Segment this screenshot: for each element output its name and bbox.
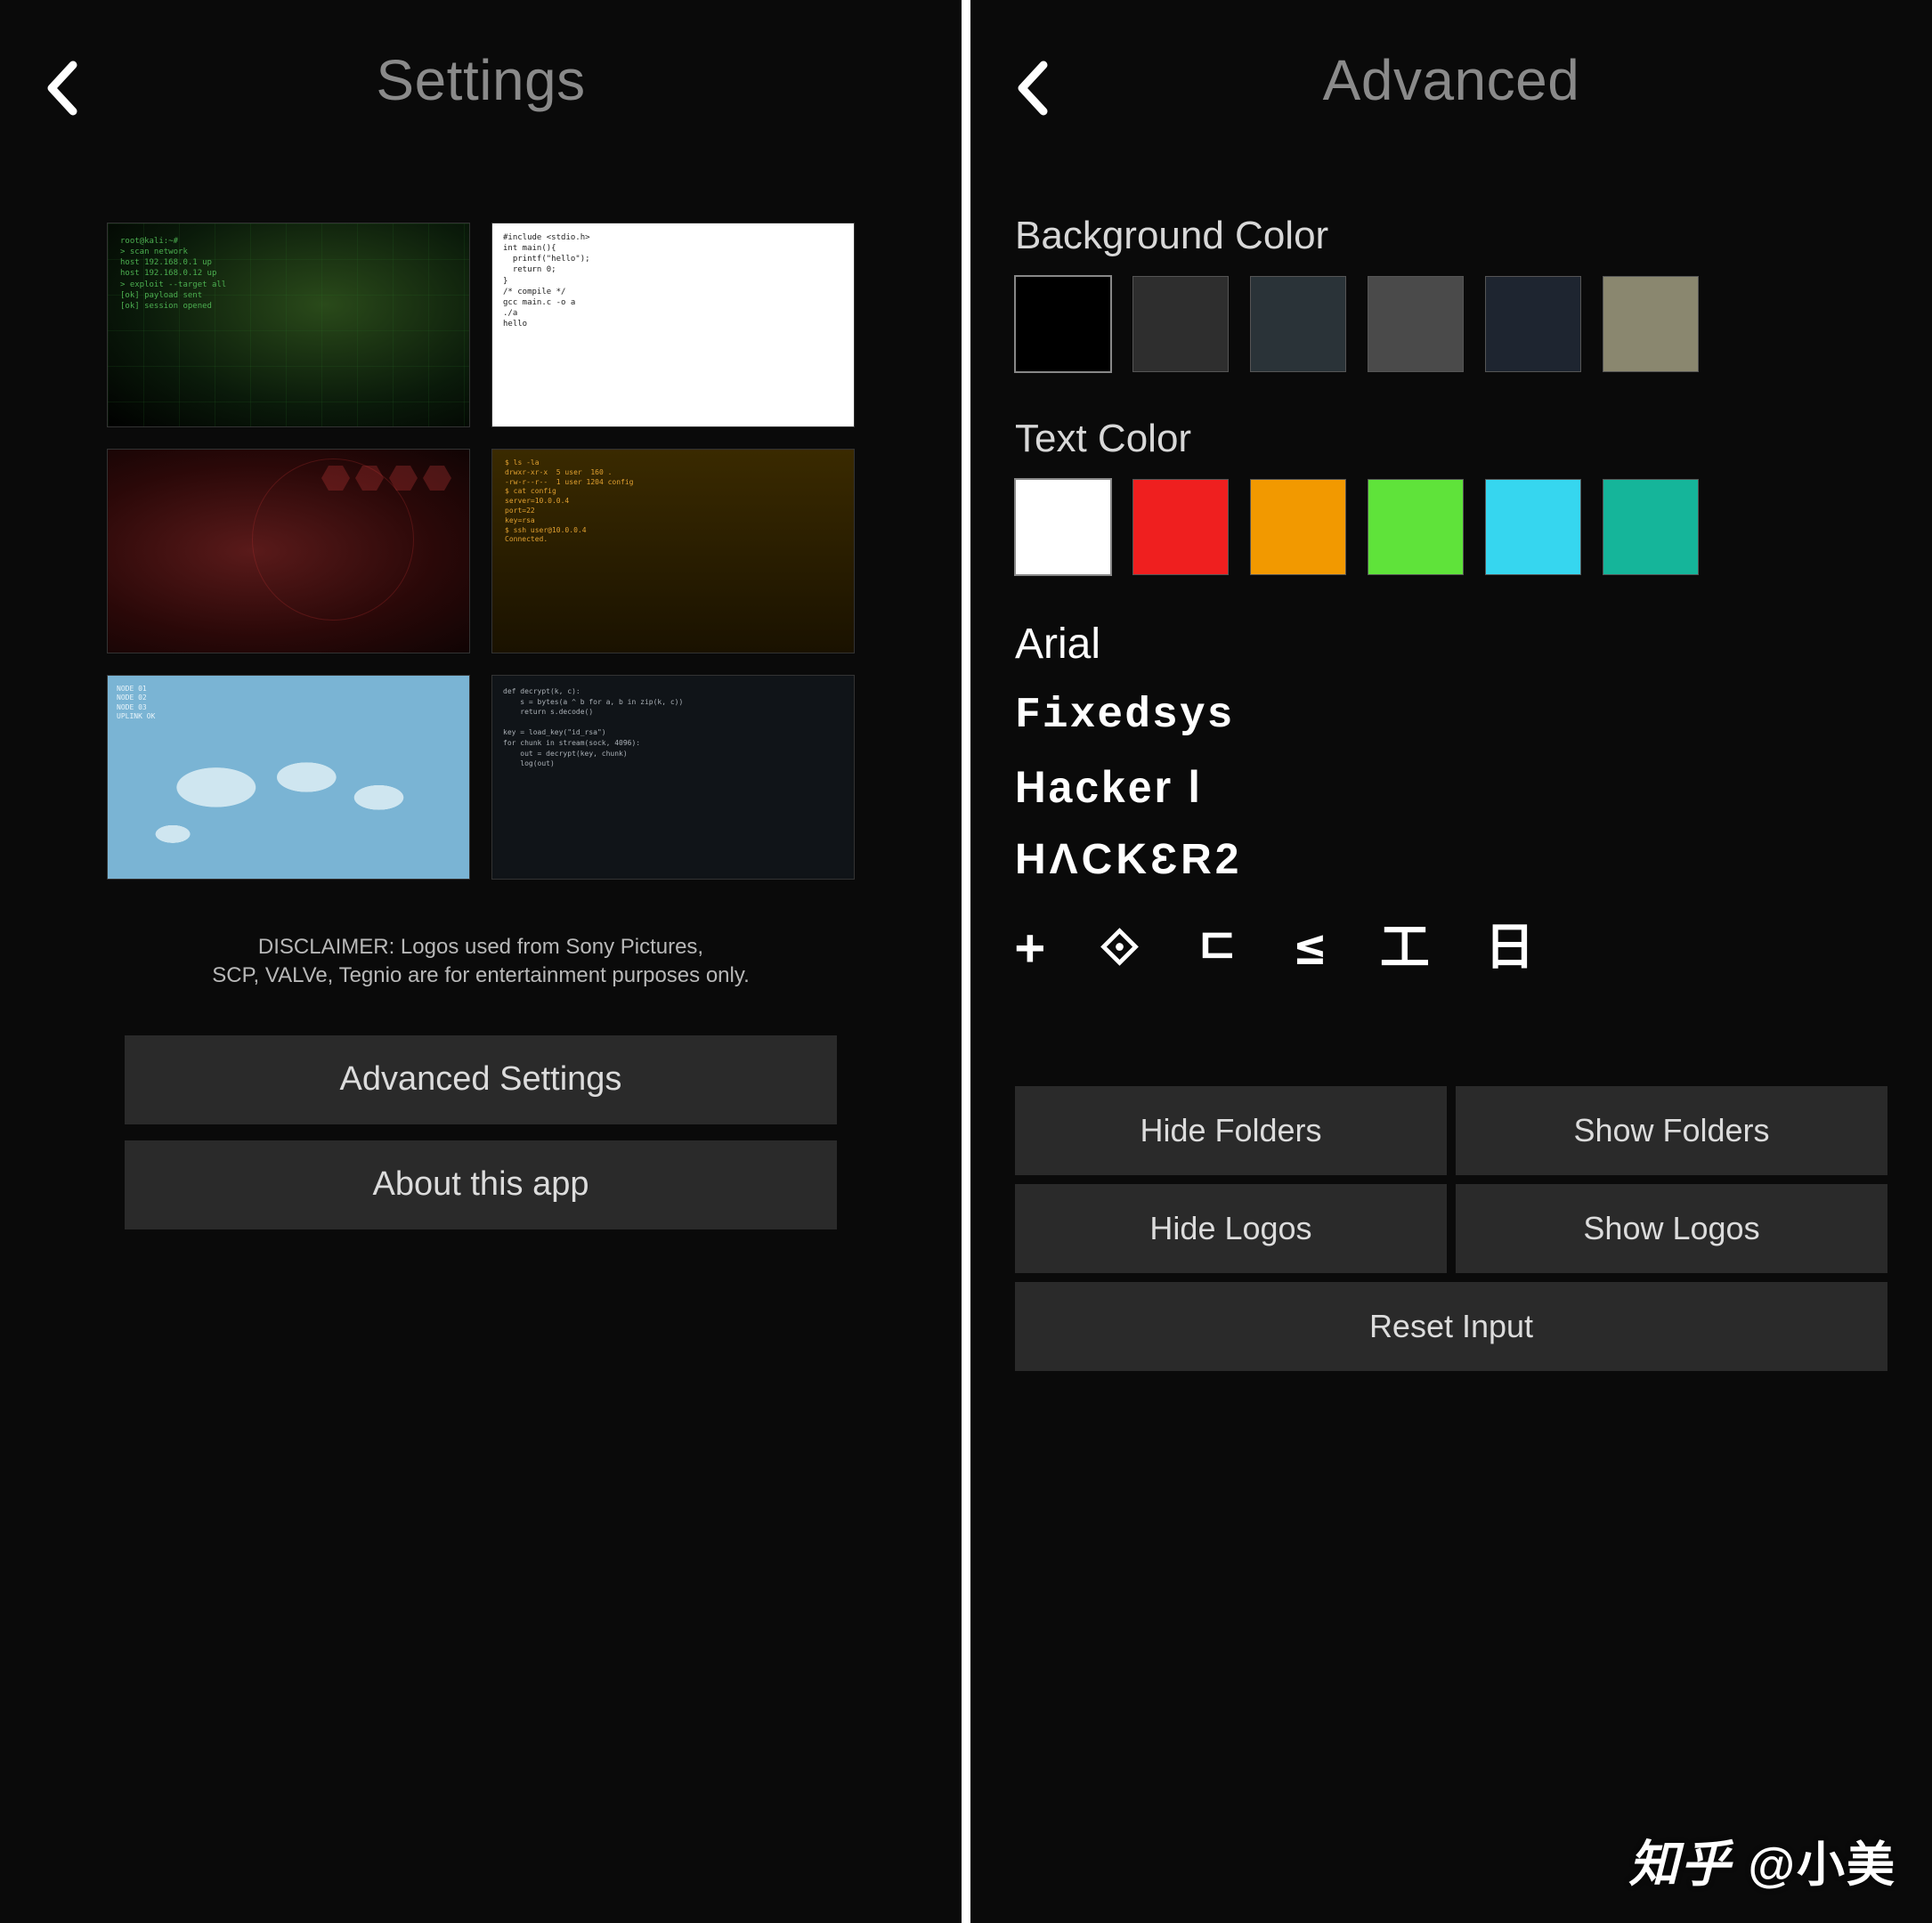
font-list: Arial Fixedsys Hacker l HΛCKƐR2 + ⟐ ㄷ ≤ 工 日 [1015,620,1887,979]
font-option-matrix[interactable]: + ⟐ ㄷ ≤ 工 日 [1015,907,1887,979]
theme-red-hud[interactable] [107,449,470,653]
settings-title: Settings [0,47,962,113]
advanced-header: Advanced [970,0,1932,160]
text-color-label: Text Color [1015,417,1887,461]
reset-input-button[interactable]: Reset Input [1015,1282,1887,1371]
background-swatch[interactable] [1132,276,1229,372]
hide-folders-button[interactable]: Hide Folders [1015,1086,1447,1175]
theme-green-map[interactable]: root@kali:~# > scan network host 192.168… [107,223,470,427]
background-swatch[interactable] [1368,276,1464,372]
text-swatch[interactable] [1368,479,1464,575]
chevron-left-icon [45,60,78,117]
advanced-settings-button[interactable]: Advanced Settings [125,1035,837,1124]
show-logos-button[interactable]: Show Logos [1456,1184,1887,1273]
hide-logos-button[interactable]: Hide Logos [1015,1184,1447,1273]
watermark-text: @小美 [1748,1825,1896,1895]
settings-panel: Settings root@kali:~# > scan network hos… [0,0,962,1923]
chevron-left-icon [1015,60,1049,117]
font-option-fixedsys[interactable]: Fixedsys [1015,692,1887,740]
text-color-row [1015,479,1887,575]
theme-blue-map[interactable]: NODE 01 NODE 02 NODE 03 UPLINK OK [107,675,470,880]
theme-dark-terminal[interactable]: def decrypt(k, c): s = bytes(a ^ b for a… [491,675,855,880]
show-folders-button[interactable]: Show Folders [1456,1086,1887,1175]
text-swatch[interactable] [1015,479,1111,575]
text-swatch[interactable] [1485,479,1581,575]
text-swatch[interactable] [1132,479,1229,575]
text-swatch[interactable] [1250,479,1346,575]
back-button[interactable] [45,60,78,117]
disclaimer-text: DISCLAIMER: Logos used from Sony Picture… [107,933,855,991]
font-option-hacker2[interactable]: HΛCKƐR2 [1015,835,1887,884]
background-swatch[interactable] [1485,276,1581,372]
background-swatch[interactable] [1250,276,1346,372]
background-swatch[interactable] [1015,276,1111,372]
font-option-arial[interactable]: Arial [1015,620,1887,669]
watermark: 知乎 @小美 [1628,1824,1896,1896]
settings-buttons: Advanced Settings About this app [125,1035,837,1229]
about-app-button[interactable]: About this app [125,1140,837,1229]
background-color-row [1015,276,1887,372]
settings-header: Settings [0,0,962,160]
zhihu-logo-icon: 知乎 [1628,1824,1732,1896]
background-swatch[interactable] [1603,276,1699,372]
theme-white-terminal[interactable]: #include <stdio.h> int main(){ printf("h… [491,223,855,427]
advanced-title: Advanced [970,47,1932,113]
font-option-hacker1[interactable]: Hacker l [1015,762,1887,814]
theme-grid: root@kali:~# > scan network host 192.168… [107,223,855,880]
advanced-button-grid: Hide Folders Show Folders Hide Logos Sho… [1015,1086,1887,1371]
text-swatch[interactable] [1603,479,1699,575]
back-button[interactable] [1015,60,1049,117]
advanced-panel: Advanced Background Color Text Color Ari… [970,0,1932,1923]
background-color-label: Background Color [1015,214,1887,258]
theme-orange-terminal[interactable]: $ ls -la drwxr-xr-x 5 user 160 . -rw-r--… [491,449,855,653]
